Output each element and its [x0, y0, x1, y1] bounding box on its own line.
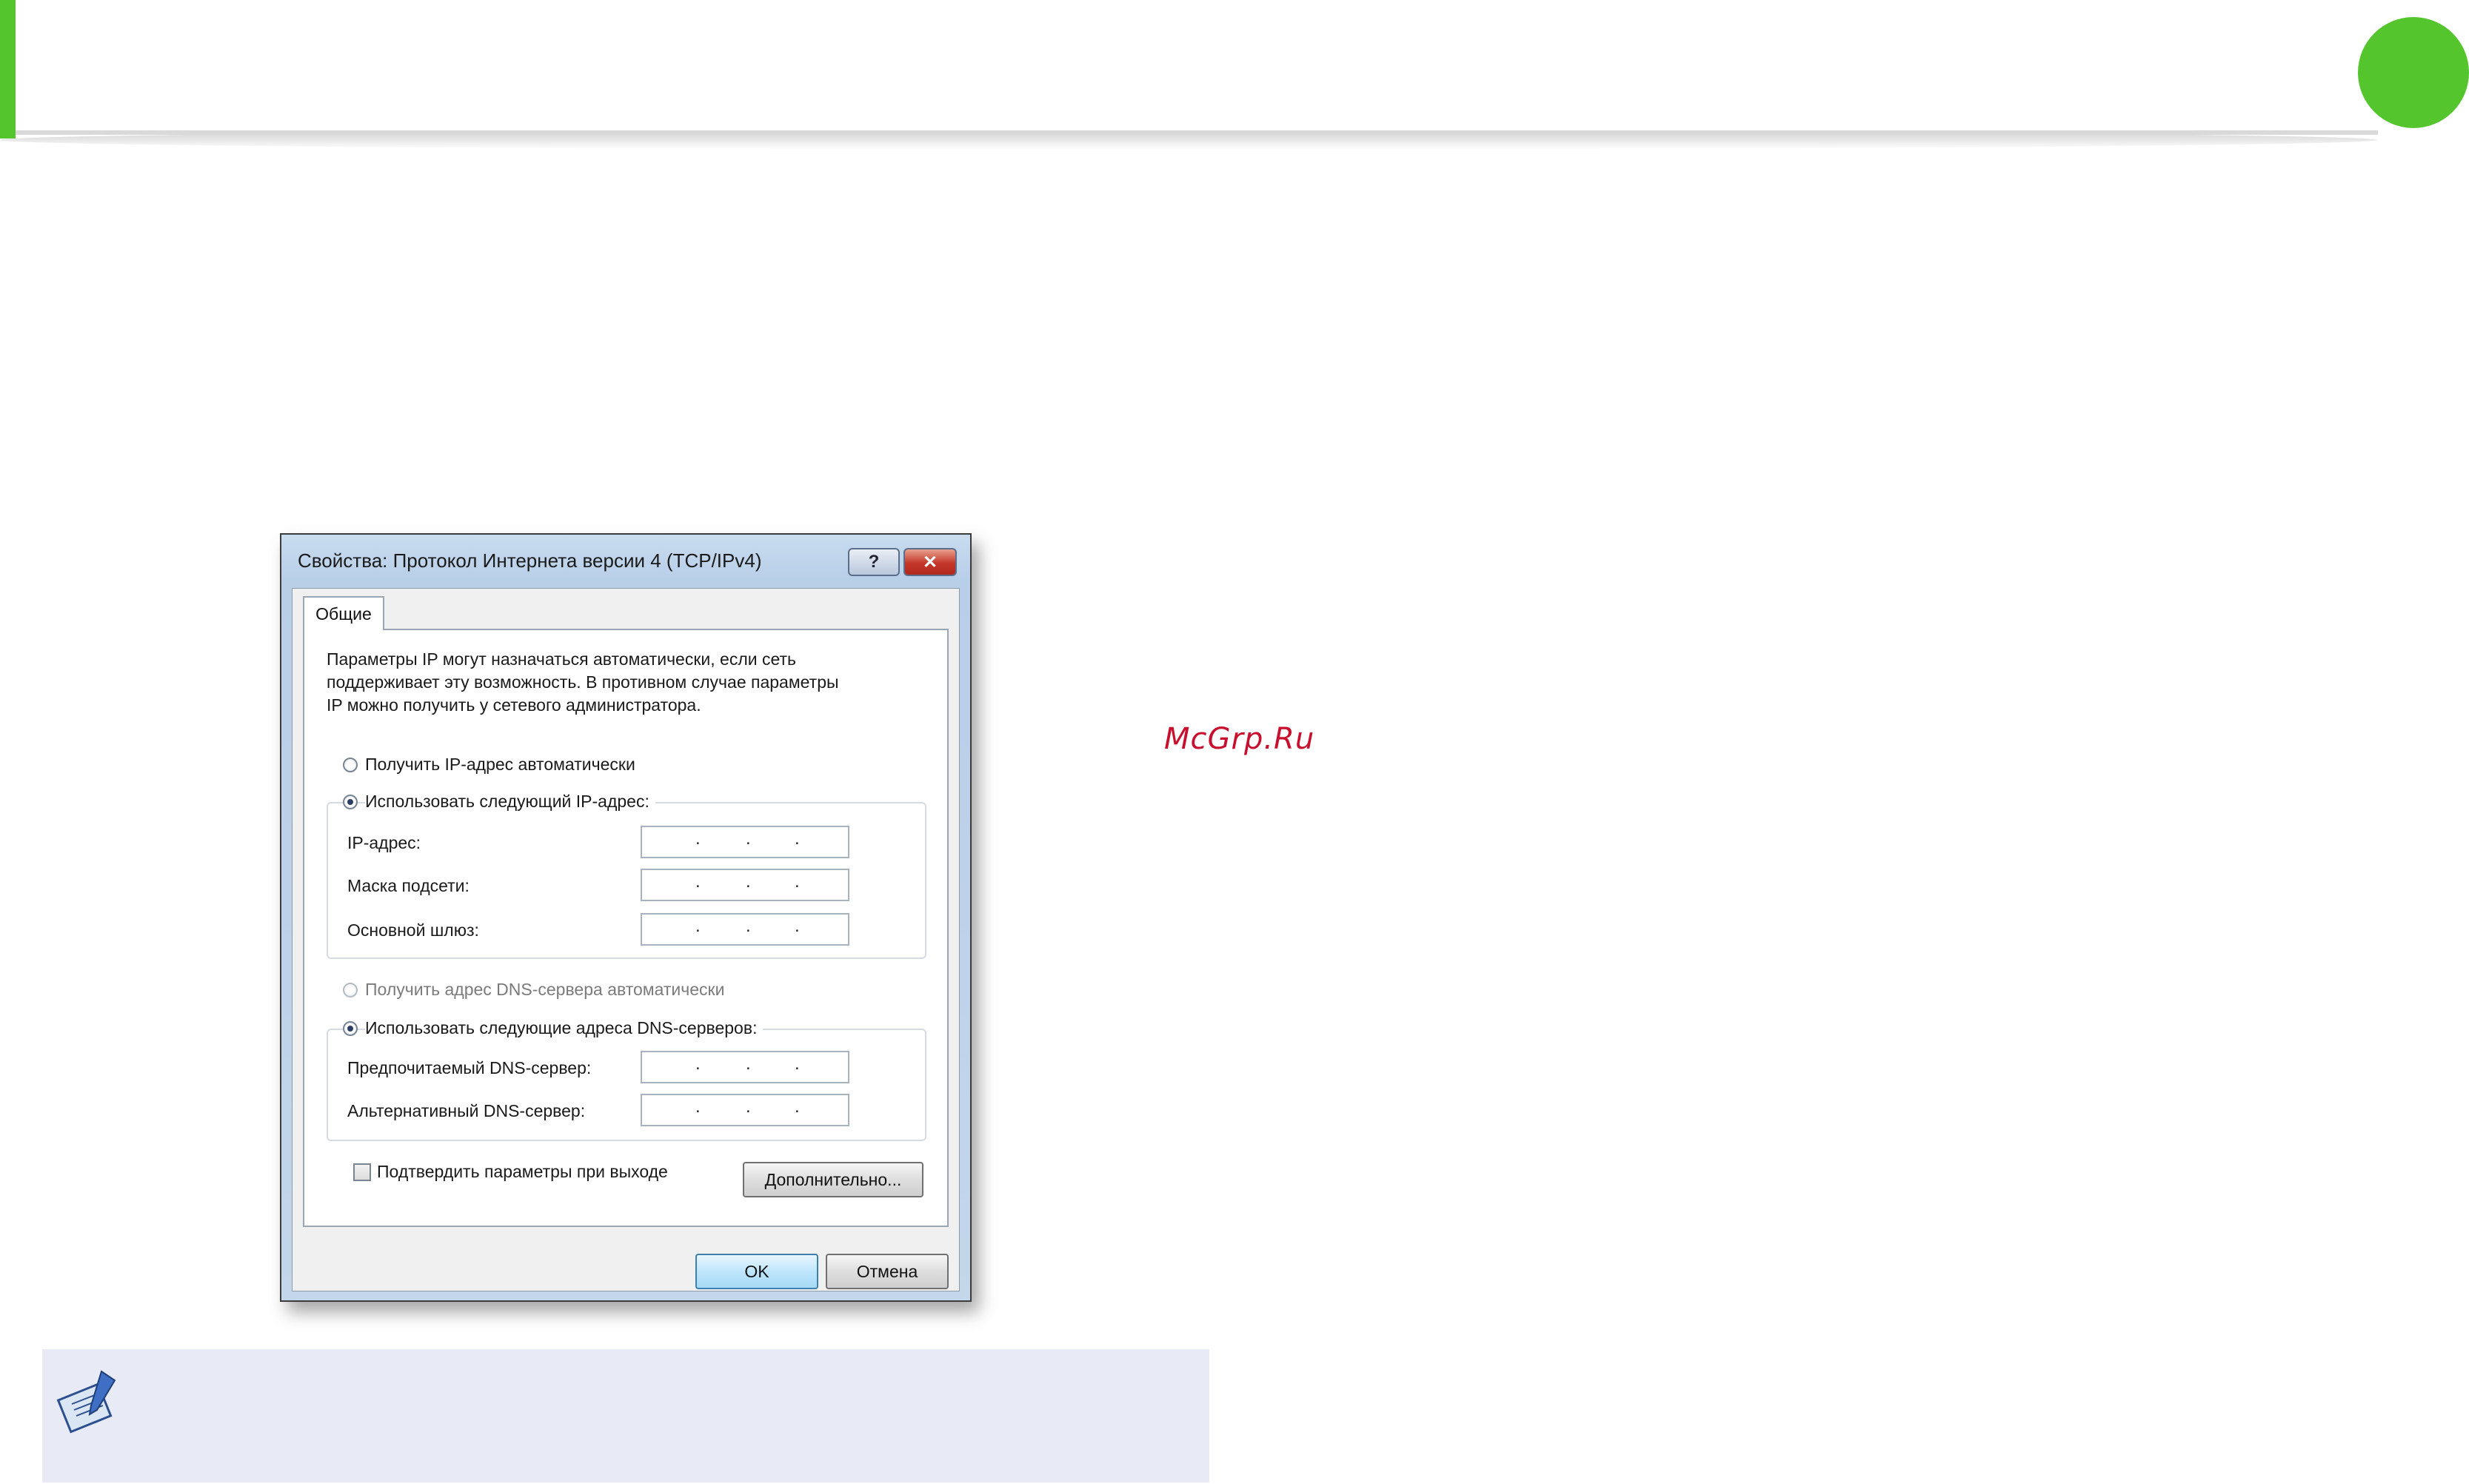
ip-octet-separator: .: [695, 1097, 701, 1117]
green-circle-icon: [2358, 17, 2469, 128]
ip-octet-separator: .: [695, 916, 701, 936]
description-line: IP можно получить у сетевого администрат…: [327, 695, 701, 715]
validate-on-exit-label[interactable]: Подтвердить параметры при выходе: [377, 1162, 668, 1182]
dns-manual-label[interactable]: Использовать следующие адреса DNS-сервер…: [365, 1018, 764, 1038]
dns-manual-radio[interactable]: [343, 1021, 358, 1036]
tcpip-properties-dialog: Свойства: Протокол Интернета версии 4 (T…: [280, 533, 972, 1302]
page-accent-bar: [0, 0, 16, 138]
ip-octet-separator: .: [795, 1054, 800, 1074]
dns-auto-label[interactable]: Получить адрес DNS-сервера автоматически: [365, 980, 724, 1000]
cancel-button[interactable]: Отмена: [826, 1254, 949, 1289]
watermark: McGrp.Ru: [1164, 722, 1315, 756]
advanced-button[interactable]: Дополнительно...: [743, 1162, 923, 1197]
note-box: [42, 1349, 1209, 1483]
ip-auto-radio[interactable]: [343, 758, 358, 772]
validate-on-exit-checkbox[interactable]: [353, 1163, 371, 1181]
dialog-titlebar[interactable]: Свойства: Протокол Интернета версии 4 (T…: [281, 535, 970, 588]
description-line: поддерживает эту возможность. В противно…: [327, 672, 839, 692]
dialog-client-area: Общие Параметры IP могут назначаться авт…: [292, 588, 960, 1291]
tab-general[interactable]: Общие: [303, 596, 384, 630]
description-line: Параметры IP могут назначаться автоматич…: [327, 649, 797, 669]
ip-octet-separator: .: [746, 829, 751, 849]
header-divider: [16, 130, 2378, 135]
description-text: Параметры IP могут назначаться автоматич…: [327, 648, 904, 717]
preferred-dns-field[interactable]: . . .: [641, 1051, 849, 1083]
dns-auto-radio[interactable]: [343, 983, 358, 997]
ip-manual-radio[interactable]: [343, 795, 358, 809]
ip-octet-separator: .: [795, 829, 800, 849]
ip-octet-separator: .: [795, 1097, 800, 1117]
gateway-label: Основной шлюз:: [347, 920, 479, 940]
help-button[interactable]: ?: [848, 548, 900, 576]
ip-manual-label[interactable]: Использовать следующий IP-адрес:: [365, 792, 655, 812]
ip-address-label: IP-адрес:: [347, 833, 421, 852]
note-pen-icon: [56, 1370, 116, 1434]
ip-octet-separator: .: [746, 1054, 751, 1074]
ip-octet-separator: .: [795, 872, 800, 892]
ip-address-field[interactable]: . . .: [641, 826, 849, 858]
ip-octet-separator: .: [695, 872, 701, 892]
ip-octet-separator: .: [746, 872, 751, 892]
ok-button[interactable]: OK: [695, 1254, 818, 1289]
ip-octet-separator: .: [695, 829, 701, 849]
ip-octet-separator: .: [695, 1054, 701, 1074]
preferred-dns-label: Предпочитаемый DNS-сервер:: [347, 1058, 592, 1077]
ip-auto-label[interactable]: Получить IP-адрес автоматически: [365, 755, 635, 775]
subnet-mask-label: Маска подсети:: [347, 876, 470, 895]
ip-octet-separator: .: [795, 916, 800, 936]
ip-octet-separator: .: [746, 1097, 751, 1117]
dialog-title: Свойства: Протокол Интернета версии 4 (T…: [298, 549, 762, 572]
close-button[interactable]: ✕: [903, 548, 957, 576]
subnet-mask-field[interactable]: . . .: [641, 869, 849, 901]
alternate-dns-label: Альтернативный DNS-сервер:: [347, 1101, 586, 1120]
general-tab-panel: Параметры IP могут назначаться автоматич…: [303, 629, 949, 1227]
alternate-dns-field[interactable]: . . .: [641, 1094, 849, 1126]
gateway-field[interactable]: . . .: [641, 913, 849, 946]
ip-octet-separator: .: [746, 916, 751, 936]
